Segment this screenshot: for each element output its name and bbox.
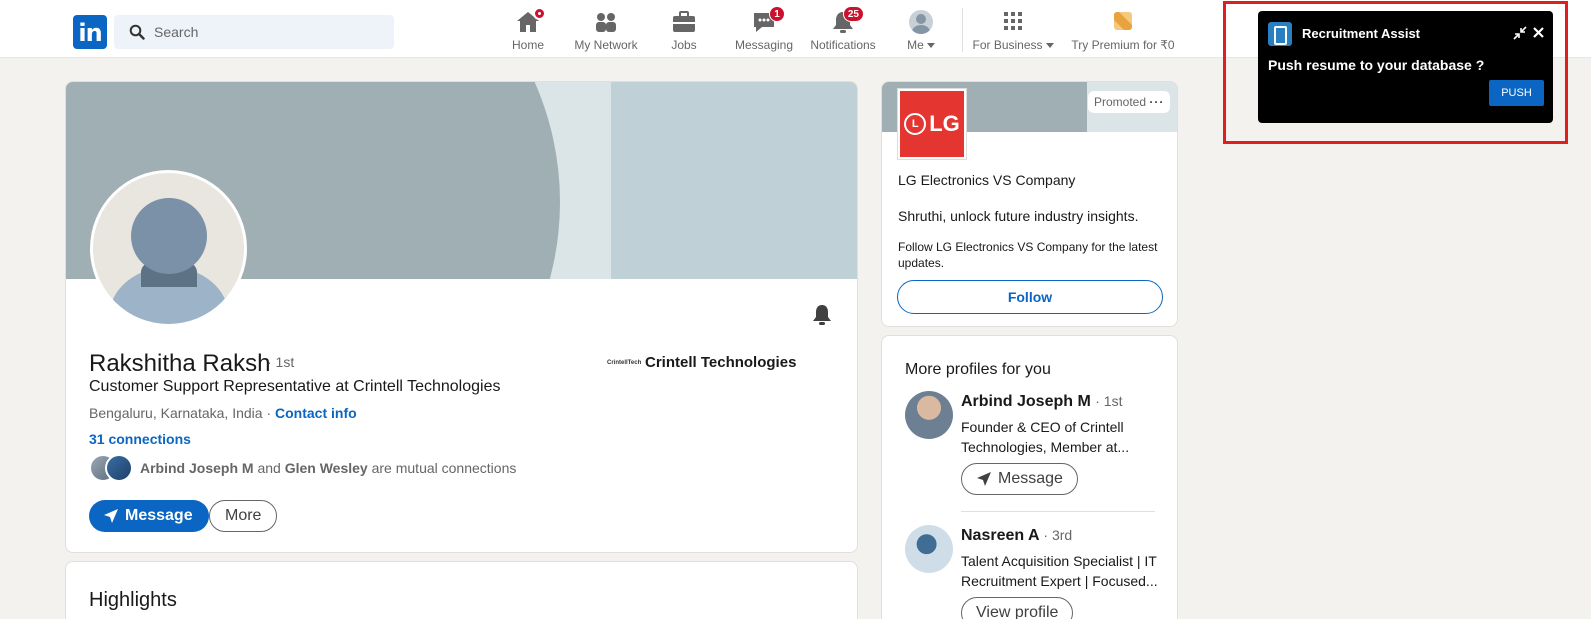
profile-suggestion-headline: Founder & CEO of Crintell Technologies, …	[961, 419, 1130, 455]
nav-me[interactable]: Me	[900, 8, 942, 54]
message-button[interactable]: Message	[961, 463, 1078, 495]
chevron-down-icon	[926, 43, 935, 49]
profile-location: Bengaluru, Karnataka, India ·	[89, 405, 272, 421]
profile-suggestion-name: Nasreen A	[961, 527, 1039, 544]
profile-headline: Customer Support Representative at Crint…	[89, 378, 501, 395]
highlights-card: Highlights	[65, 561, 858, 619]
me-avatar	[909, 10, 933, 34]
connections-link[interactable]: 31 connections	[89, 431, 191, 447]
more-options-icon[interactable]: ···	[1149, 95, 1164, 109]
company-logo: CrintellTech	[607, 359, 642, 366]
nav-jobs-label: Jobs	[671, 38, 697, 52]
message-button[interactable]: Message	[89, 500, 209, 532]
mutual-name: Glen Wesley	[284, 460, 368, 476]
home-icon	[515, 7, 546, 34]
recruitment-assist-logo	[1268, 22, 1292, 46]
list-item: Nasreen A · 3rd Talent Acquisition Speci…	[905, 525, 1165, 619]
nav-try-premium[interactable]: Try Premium for ₹0	[1070, 8, 1176, 54]
more-button[interactable]: More	[209, 500, 278, 532]
close-icon[interactable]	[1532, 26, 1545, 44]
profile-card: Rakshitha Raksh · 1st Customer Support R…	[65, 81, 858, 553]
popup-title: Recruitment Assist	[1302, 26, 1420, 41]
list-item: Arbind Joseph M · 1st Founder & CEO of C…	[905, 391, 1165, 501]
premium-icon	[1110, 10, 1136, 34]
mutual-name: Arbind Joseph M	[140, 460, 254, 476]
nav-for-business-label: For Business	[972, 38, 1043, 52]
nav-my-network-label: My Network	[574, 38, 638, 52]
contact-info-link[interactable]: Contact info	[275, 405, 357, 421]
search-box[interactable]	[114, 15, 394, 49]
chevron-down-icon	[1045, 43, 1054, 49]
nav-for-business[interactable]: For Business	[970, 8, 1056, 54]
company-name: Crintell Technologies	[645, 354, 797, 371]
current-company[interactable]: CrintellTech Crintell Technologies	[607, 354, 796, 371]
recruitment-assist-popup: Recruitment Assist Push resume to your d…	[1258, 11, 1553, 123]
ad-follow-text: Follow LG Electronics VS Company for the…	[898, 240, 1158, 270]
nav-home-label: Home	[511, 38, 544, 52]
send-icon	[104, 509, 118, 523]
nav-messaging[interactable]: 1 Messaging	[733, 6, 795, 54]
more-profiles-title: More profiles for you	[905, 361, 1051, 378]
profile-suggestion-name: Arbind Joseph M	[961, 393, 1091, 410]
ad-title: LG Electronics VS Company	[898, 172, 1076, 188]
messaging-badge: 1	[769, 6, 785, 22]
messaging-icon: 1	[751, 6, 785, 34]
profile-location-line: Bengaluru, Karnataka, India · Contact in…	[89, 405, 357, 421]
bell-icon: 25	[830, 6, 864, 34]
lg-logo[interactable]: L LG	[898, 89, 966, 159]
divider	[961, 511, 1155, 512]
briefcase-icon	[671, 10, 697, 34]
profile-photo[interactable]	[90, 170, 247, 327]
profile-name: Rakshitha Raksh	[89, 350, 271, 377]
avatar[interactable]	[905, 391, 953, 439]
nav-me-label: Me	[907, 38, 924, 52]
mutual-avatar	[105, 454, 133, 482]
nav-notifications[interactable]: 25 Notifications	[807, 6, 879, 54]
network-icon	[593, 10, 619, 34]
popup-question: Push resume to your database ?	[1268, 57, 1485, 73]
minimize-icon[interactable]	[1513, 26, 1527, 45]
more-profiles-card: More profiles for you Arbind Joseph M · …	[881, 335, 1178, 619]
grid-icon	[1000, 10, 1026, 34]
nav-try-premium-label: Try Premium for ₹0	[1071, 38, 1175, 52]
highlights-title: Highlights	[89, 589, 177, 611]
linkedin-logo[interactable]: in	[73, 15, 107, 49]
notification-dot	[533, 7, 546, 20]
push-button[interactable]: PUSH	[1489, 80, 1544, 106]
nav-my-network[interactable]: My Network	[572, 8, 640, 54]
nav-messaging-label: Messaging	[734, 38, 794, 52]
connection-degree: · 1st	[267, 354, 295, 370]
search-icon	[129, 24, 145, 45]
nav-divider	[962, 8, 963, 52]
nav-home[interactable]: Home	[508, 7, 548, 54]
avatar[interactable]	[905, 525, 953, 573]
search-input[interactable]	[154, 15, 384, 49]
send-icon	[977, 472, 991, 486]
view-profile-button[interactable]: View profile	[961, 597, 1074, 619]
notifications-badge: 25	[842, 6, 864, 22]
nav-notifications-label: Notifications	[810, 38, 876, 52]
nav-jobs[interactable]: Jobs	[666, 8, 702, 54]
ad-description: Shruthi, unlock future industry insights…	[898, 208, 1139, 224]
ad-card: Promoted ··· L LG LG Electronics VS Compa…	[881, 81, 1178, 327]
promoted-label[interactable]: Promoted ···	[1088, 91, 1171, 113]
profile-suggestion-headline: Talent Acquisition Specialist | IT Recru…	[961, 553, 1158, 589]
follow-button[interactable]: Follow	[897, 280, 1163, 314]
notify-bell-icon[interactable]	[811, 304, 833, 331]
